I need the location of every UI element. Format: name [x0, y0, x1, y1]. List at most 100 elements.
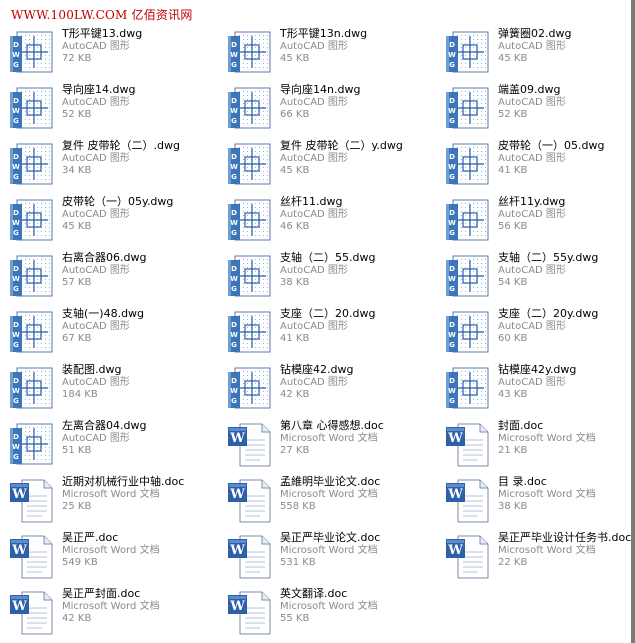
file-meta: 支轴（二）55.dwg AutoCAD 图形 38 KB	[280, 251, 428, 290]
file-item[interactable]: D W G 导向座14n.dwg AutoCAD 图形 66 KB	[218, 83, 428, 135]
file-size: 56 KB	[498, 221, 528, 232]
file-name: 吴正严毕业设计任务书.doc	[498, 531, 632, 544]
svg-text:W: W	[447, 543, 463, 558]
file-type: AutoCAD 图形	[62, 40, 130, 52]
svg-text:G: G	[231, 173, 237, 181]
file-item[interactable]: D W G 导向座14.dwg AutoCAD 图形 52 KB	[0, 83, 210, 135]
svg-text:G: G	[231, 341, 237, 349]
svg-text:W: W	[12, 387, 20, 395]
file-size: 52 KB	[498, 109, 528, 120]
file-item[interactable]: D W G 支轴（二）55.dwg AutoCAD 图形 38 KB	[218, 251, 428, 303]
file-item[interactable]: D W G 支座（二）20.dwg AutoCAD 图形 41 KB	[218, 307, 428, 359]
file-name: 英文翻译.doc	[280, 587, 348, 600]
word-doc-icon: W	[226, 478, 272, 524]
file-name: 皮带轮（一）05.dwg	[498, 139, 605, 152]
file-type: AutoCAD 图形	[498, 96, 566, 108]
file-type: AutoCAD 图形	[280, 40, 348, 52]
file-name: 吴正严封面.doc	[62, 587, 141, 600]
file-meta: 皮带轮（一）05y.dwg AutoCAD 图形 45 KB	[62, 195, 210, 234]
file-size: 43 KB	[498, 389, 528, 400]
svg-text:W: W	[448, 331, 456, 339]
svg-text:W: W	[230, 331, 238, 339]
svg-text:W: W	[229, 487, 245, 502]
file-item[interactable]: W 吴正严毕业论文.doc Microsoft Word 文档 531 KB	[218, 531, 428, 583]
svg-text:D: D	[13, 41, 19, 49]
dwg-icon: D W G	[8, 86, 54, 132]
file-item[interactable]: D W G 左离合器04.dwg AutoCAD 图形 51 KB	[0, 419, 210, 471]
file-size: 52 KB	[62, 109, 92, 120]
file-type: AutoCAD 图形	[280, 264, 348, 276]
svg-text:G: G	[13, 285, 19, 293]
file-item[interactable]: W 近期对机械行业中轴.doc Microsoft Word 文档 25 KB	[0, 475, 210, 527]
dwg-icon: D W G	[444, 198, 490, 244]
file-type: AutoCAD 图形	[62, 376, 130, 388]
file-item[interactable]: D W G 支轴（二）55y.dwg AutoCAD 图形 54 KB	[436, 251, 635, 303]
file-meta: 皮带轮（一）05.dwg AutoCAD 图形 41 KB	[498, 139, 635, 178]
dwg-icon: D W G	[8, 310, 54, 356]
svg-text:G: G	[231, 229, 237, 237]
file-item[interactable]: D W G 复件 皮带轮（二）y.dwg AutoCAD 图形 45 KB	[218, 139, 428, 191]
file-meta: 装配图.dwg AutoCAD 图形 184 KB	[62, 363, 210, 402]
file-meta: 吴正严封面.doc Microsoft Word 文档 42 KB	[62, 587, 210, 626]
file-name: 弹簧圈02.dwg	[498, 27, 572, 40]
file-item[interactable]: W 吴正严封面.doc Microsoft Word 文档 42 KB	[0, 587, 210, 639]
file-item[interactable]: W 英文翻译.doc Microsoft Word 文档 55 KB	[218, 587, 428, 639]
file-item[interactable]: D W G 支座（二）20y.dwg AutoCAD 图形 60 KB	[436, 307, 635, 359]
file-type: AutoCAD 图形	[62, 152, 130, 164]
svg-text:W: W	[230, 163, 238, 171]
svg-text:W: W	[12, 107, 20, 115]
file-item[interactable]: W 目 录.doc Microsoft Word 文档 38 KB	[436, 475, 635, 527]
file-item[interactable]: D W G T形平键13.dwg AutoCAD 图形 72 KB	[0, 27, 210, 79]
file-item[interactable]: W 吴正严.doc Microsoft Word 文档 549 KB	[0, 531, 210, 583]
svg-text:D: D	[231, 209, 237, 217]
word-doc-icon: W	[8, 534, 54, 580]
dwg-icon: D W G	[444, 310, 490, 356]
dwg-icon: D W G	[8, 366, 54, 412]
file-item[interactable]: D W G 钻模座42y.dwg AutoCAD 图形 43 KB	[436, 363, 635, 415]
svg-text:D: D	[449, 41, 455, 49]
file-meta: 第八章 心得感想.doc Microsoft Word 文档 27 KB	[280, 419, 428, 458]
file-item[interactable]: D W G 装配图.dwg AutoCAD 图形 184 KB	[0, 363, 210, 415]
file-size: 549 KB	[62, 557, 98, 568]
svg-text:D: D	[449, 377, 455, 385]
file-item[interactable]: W 第八章 心得感想.doc Microsoft Word 文档 27 KB	[218, 419, 428, 471]
file-item[interactable]: W 封面.doc Microsoft Word 文档 21 KB	[436, 419, 635, 471]
dwg-icon: D W G	[226, 198, 272, 244]
file-size: 34 KB	[62, 165, 92, 176]
file-item[interactable]: D W G 弹簧圈02.dwg AutoCAD 图形 45 KB	[436, 27, 635, 79]
svg-text:G: G	[449, 61, 455, 69]
file-item[interactable]: D W G 钻模座42.dwg AutoCAD 图形 42 KB	[218, 363, 428, 415]
file-meta: 丝杆11.dwg AutoCAD 图形 46 KB	[280, 195, 428, 234]
file-item[interactable]: D W G 端盖09.dwg AutoCAD 图形 52 KB	[436, 83, 635, 135]
file-meta: 支轴（二）55y.dwg AutoCAD 图形 54 KB	[498, 251, 635, 290]
dwg-icon: D W G	[8, 254, 54, 300]
svg-text:D: D	[13, 377, 19, 385]
file-name: 钻模座42.dwg	[280, 363, 354, 376]
file-size: 54 KB	[498, 277, 528, 288]
file-meta: 导向座14n.dwg AutoCAD 图形 66 KB	[280, 83, 428, 122]
svg-text:W: W	[230, 275, 238, 283]
file-item[interactable]: D W G 右离合器06.dwg AutoCAD 图形 57 KB	[0, 251, 210, 303]
file-item[interactable]: D W G 丝杆11y.dwg AutoCAD 图形 56 KB	[436, 195, 635, 247]
file-item[interactable]: W 孟維明毕业论文.doc Microsoft Word 文档 558 KB	[218, 475, 428, 527]
svg-text:G: G	[13, 341, 19, 349]
file-type: AutoCAD 图形	[498, 320, 566, 332]
file-type: Microsoft Word 文档	[280, 544, 378, 556]
svg-text:D: D	[13, 209, 19, 217]
svg-text:W: W	[11, 599, 27, 614]
svg-text:W: W	[11, 543, 27, 558]
file-meta: 右离合器06.dwg AutoCAD 图形 57 KB	[62, 251, 210, 290]
file-item[interactable]: D W G 丝杆11.dwg AutoCAD 图形 46 KB	[218, 195, 428, 247]
file-type: AutoCAD 图形	[498, 264, 566, 276]
svg-text:W: W	[447, 431, 463, 446]
file-item[interactable]: D W G 皮带轮（一）05.dwg AutoCAD 图形 41 KB	[436, 139, 635, 191]
file-size: 45 KB	[280, 53, 310, 64]
file-size: 66 KB	[280, 109, 310, 120]
file-item[interactable]: D W G T形平键13n.dwg AutoCAD 图形 45 KB	[218, 27, 428, 79]
file-type: Microsoft Word 文档	[280, 600, 378, 612]
file-item[interactable]: D W G 皮带轮（一）05y.dwg AutoCAD 图形 45 KB	[0, 195, 210, 247]
file-item[interactable]: D W G 支轴(一)48.dwg AutoCAD 图形 67 KB	[0, 307, 210, 359]
file-meta: 导向座14.dwg AutoCAD 图形 52 KB	[62, 83, 210, 122]
file-item[interactable]: W 吴正严毕业设计任务书.doc Microsoft Word 文档 22 KB	[436, 531, 635, 583]
file-item[interactable]: D W G 复件 皮带轮（二）.dwg AutoCAD 图形 34 KB	[0, 139, 210, 191]
